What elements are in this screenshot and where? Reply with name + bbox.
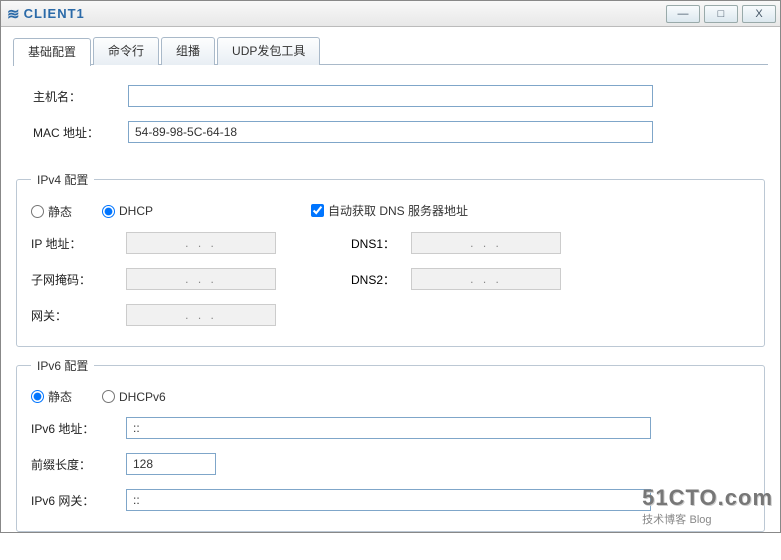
dns2-label: DNS2： <box>351 271 411 288</box>
dns1-input[interactable]: . . . <box>411 232 561 254</box>
ipv6-dhcpv6-radio[interactable]: DHCPv6 <box>102 390 166 404</box>
dns1-label: DNS1： <box>351 235 411 252</box>
ipv6-addr-input[interactable] <box>126 417 651 439</box>
ipv4-legend: IPv4 配置 <box>31 171 94 188</box>
close-button[interactable]: X <box>742 5 776 23</box>
tab-multicast[interactable]: 组播 <box>161 37 215 65</box>
dns2-input[interactable]: . . . <box>411 268 561 290</box>
mask-input[interactable]: . . . <box>126 268 276 290</box>
titlebar: ≋ CLIENT1 — □ X <box>1 1 780 27</box>
ipv4-fieldset: IPv4 配置 静态 DHCP 自动获取 DNS 服务器地址 IP 地址：. .… <box>16 171 765 347</box>
ipv6-prefix-input[interactable] <box>126 453 216 475</box>
auto-dns-checkbox[interactable]: 自动获取 DNS 服务器地址 <box>311 202 468 219</box>
ipv6-gw-label: IPv6 网关： <box>31 492 126 509</box>
tab-bar: 基础配置 命令行 组播 UDP发包工具 <box>13 37 768 65</box>
mac-label: MAC 地址： <box>33 124 128 141</box>
app-logo-icon: ≋ <box>7 5 20 23</box>
mask-label: 子网掩码： <box>31 271 126 288</box>
tab-udp-tool[interactable]: UDP发包工具 <box>217 37 320 65</box>
tab-cli[interactable]: 命令行 <box>93 37 159 65</box>
ipv6-addr-label: IPv6 地址： <box>31 420 126 437</box>
hostname-input[interactable] <box>128 85 653 107</box>
mac-input[interactable] <box>128 121 653 143</box>
window-title: CLIENT1 <box>24 6 662 21</box>
gw-label: 网关： <box>31 307 126 324</box>
ipv4-static-radio[interactable]: 静态 <box>31 203 72 220</box>
ip-label: IP 地址： <box>31 235 126 252</box>
minimize-button[interactable]: — <box>666 5 700 23</box>
ipv6-gw-input[interactable] <box>126 489 651 511</box>
tab-basic-config[interactable]: 基础配置 <box>13 38 91 66</box>
ipv6-static-radio[interactable]: 静态 <box>31 388 72 405</box>
maximize-button[interactable]: □ <box>704 5 738 23</box>
gw-input[interactable]: . . . <box>126 304 276 326</box>
ipv6-legend: IPv6 配置 <box>31 357 94 374</box>
ipv6-prefix-label: 前缀长度： <box>31 456 126 473</box>
watermark: 51CTO.com 技术博客 Blog <box>642 485 773 527</box>
ip-input[interactable]: . . . <box>126 232 276 254</box>
watermark-site: 51CTO.com <box>642 485 773 511</box>
hostname-label: 主机名： <box>33 88 128 105</box>
ipv4-dhcp-radio[interactable]: DHCP <box>102 203 153 220</box>
